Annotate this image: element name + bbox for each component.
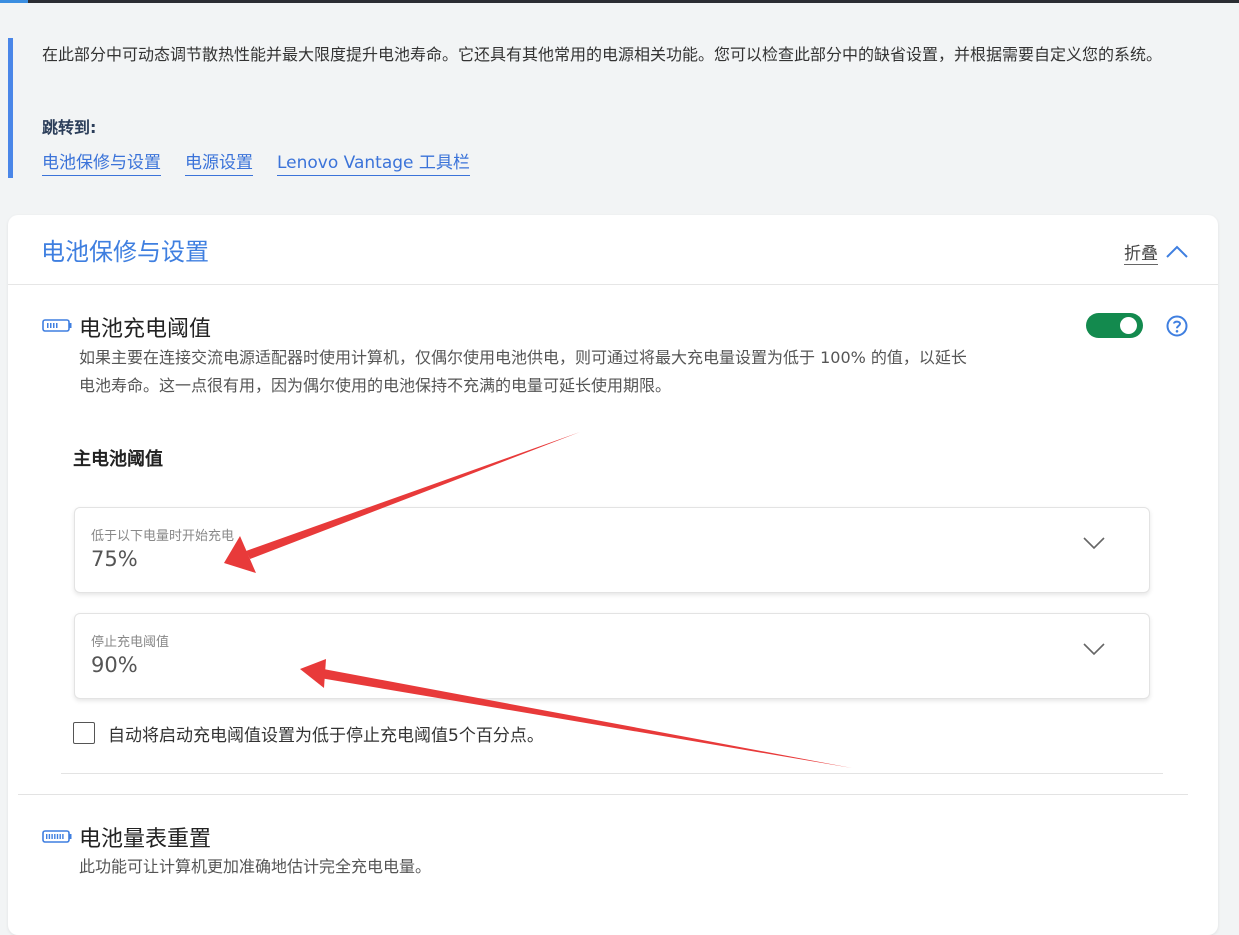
battery-icon (42, 319, 72, 332)
intro-callout: 在此部分中可动态调节散热性能并最大限度提升电池寿命。它还具有其他常用的电源相关功… (8, 38, 1213, 178)
jump-label: 跳转到: (42, 118, 97, 137)
chevron-up-icon (1166, 245, 1188, 258)
section-divider-inner (61, 773, 1163, 774)
start-charge-dropdown[interactable]: 低于以下电量时开始充电 75% (74, 507, 1150, 593)
stop-charge-label: 停止充电阈值 (91, 635, 170, 650)
gauge-reset-description: 此功能可让计算机更加准确地估计完全充电电量。 (79, 857, 432, 876)
top-bar-accent (0, 0, 28, 3)
charge-threshold-toggle[interactable] (1086, 313, 1143, 338)
battery-settings-card: 电池保修与设置 折叠 电池充电阈值 如果主要在连接交流电源适配器时使用计算机，仅… (8, 215, 1218, 935)
battery-gauge-icon (42, 830, 72, 843)
card-header-divider (8, 284, 1218, 285)
jump-link-battery-settings[interactable]: 电池保修与设置 (42, 148, 161, 176)
chevron-down-icon (1083, 537, 1105, 550)
collapse-button[interactable]: 折叠 (1124, 239, 1188, 265)
stop-charge-value: 90% (91, 653, 138, 677)
section-divider-outer (18, 794, 1188, 795)
start-charge-value: 75% (91, 547, 138, 571)
charge-threshold-title: 电池充电阈值 (79, 317, 212, 342)
jump-link-vantage-toolbar[interactable]: Lenovo Vantage 工具栏 (277, 148, 470, 176)
gauge-reset-title: 电池量表重置 (79, 827, 212, 852)
jump-link-power-settings[interactable]: 电源设置 (185, 148, 253, 176)
jump-links: 电池保修与设置 电源设置 Lenovo Vantage 工具栏 (42, 148, 470, 176)
intro-text: 在此部分中可动态调节散热性能并最大限度提升电池寿命。它还具有其他常用的电源相关功… (42, 45, 1163, 64)
toggle-knob (1120, 317, 1137, 334)
charge-threshold-description: 如果主要在连接交流电源适配器时使用计算机，仅偶尔使用电池供电，则可通过将最大充电… (79, 348, 967, 395)
stop-charge-dropdown[interactable]: 停止充电阈值 90% (74, 613, 1150, 699)
collapse-label: 折叠 (1124, 239, 1158, 265)
help-icon[interactable] (1166, 315, 1188, 337)
primary-battery-threshold-title: 主电池阈值 (73, 449, 163, 470)
auto-threshold-checkbox[interactable] (73, 722, 95, 744)
auto-threshold-label: 自动将启动充电阈值设置为低于停止充电阈值5个百分点。 (108, 726, 544, 746)
top-bar (0, 0, 1239, 3)
chevron-down-icon (1083, 643, 1105, 656)
start-charge-label: 低于以下电量时开始充电 (91, 529, 235, 544)
card-title: 电池保修与设置 (41, 238, 209, 266)
